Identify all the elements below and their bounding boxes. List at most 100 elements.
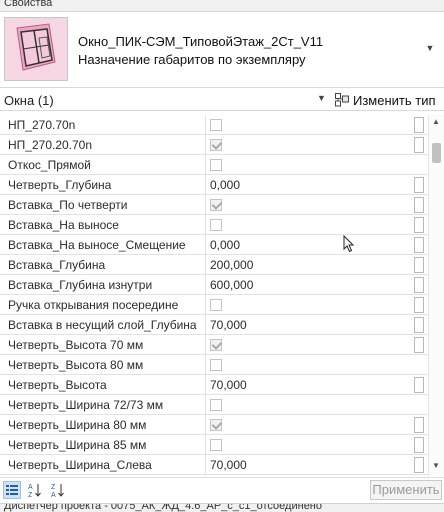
column-divider xyxy=(205,115,206,135)
associate-parameter-button[interactable] xyxy=(414,137,424,153)
associate-parameter-button[interactable] xyxy=(414,337,424,353)
sort-grouped-button[interactable] xyxy=(3,481,21,499)
property-row[interactable]: НП_270.70n xyxy=(0,115,428,135)
mouse-cursor-icon xyxy=(343,235,355,253)
property-name: Вставка в несущий слой_Глубина xyxy=(8,318,197,332)
property-name: Четверть_Ширина 72/73 мм xyxy=(8,398,164,412)
property-name: Вставка_По четверти xyxy=(8,198,128,212)
property-row[interactable]: Четверть_Глубина 0,000 xyxy=(0,175,428,195)
associate-parameter-button[interactable] xyxy=(414,377,424,393)
sort-descending-button[interactable]: Z A xyxy=(49,481,67,499)
property-name: Вставка_Глубина xyxy=(8,258,106,272)
property-checkbox[interactable] xyxy=(210,439,222,451)
property-value[interactable]: 0,000 xyxy=(210,238,240,252)
property-row[interactable]: НП_270.20.70n xyxy=(0,135,428,155)
associate-parameter-button[interactable] xyxy=(414,217,424,233)
property-row[interactable]: Четверть_Высота 70,000 xyxy=(0,375,428,395)
svg-text:Z: Z xyxy=(28,492,33,498)
property-name: Четверть_Глубина xyxy=(8,178,112,192)
property-checkbox[interactable] xyxy=(210,219,222,231)
window-family-thumbnail xyxy=(4,17,68,81)
column-divider xyxy=(205,155,206,175)
column-divider xyxy=(205,215,206,235)
status-bar: Диспетчер проекта - 0075_АК_ЖД_4.6_АР_с_… xyxy=(0,503,444,512)
property-name: Четверть_Ширина 80 мм xyxy=(8,418,147,432)
property-row[interactable]: Ручка открывания посередине xyxy=(0,295,428,315)
column-divider xyxy=(205,355,206,375)
column-divider xyxy=(205,275,206,295)
associate-parameter-button[interactable] xyxy=(414,177,424,193)
property-row[interactable]: Четверть_Ширина 80 мм xyxy=(0,415,428,435)
property-row[interactable]: Вставка в несущий слой_Глубина 70,000 xyxy=(0,315,428,335)
associate-parameter-button[interactable] xyxy=(414,297,424,313)
edit-type-button[interactable]: Изменить тип xyxy=(335,91,436,109)
column-divider xyxy=(205,235,206,255)
sort-ascending-icon: A Z xyxy=(28,484,41,498)
property-value[interactable]: 200,000 xyxy=(210,258,253,272)
property-name: НП_270.70n xyxy=(8,118,76,132)
column-divider xyxy=(205,395,206,415)
property-checkbox[interactable] xyxy=(210,299,222,311)
associate-parameter-button[interactable] xyxy=(414,417,424,433)
chevron-down-icon[interactable]: ▼ xyxy=(424,42,436,54)
property-checkbox[interactable] xyxy=(210,339,222,351)
column-divider xyxy=(205,375,206,395)
type-selector[interactable]: Окно_ПИК-СЭМ_ТиповойЭтаж_2Ст_V11 Назначе… xyxy=(0,12,444,88)
property-name: Четверть_Высота 80 мм xyxy=(8,358,144,372)
property-row[interactable]: Вставка_На выносе_Смещение 0,000 xyxy=(0,235,428,255)
property-value[interactable]: 70,000 xyxy=(210,458,247,472)
associate-parameter-button[interactable] xyxy=(414,437,424,453)
associate-parameter-button[interactable] xyxy=(414,317,424,333)
sort-grouped-icon xyxy=(6,485,18,495)
category-filter[interactable]: Окна (1) xyxy=(4,93,54,108)
property-row[interactable]: Откос_Прямой xyxy=(0,155,428,175)
associate-parameter-button[interactable] xyxy=(414,457,424,473)
associate-parameter-button[interactable] xyxy=(414,257,424,273)
property-checkbox[interactable] xyxy=(210,139,222,151)
property-name: Четверть_Ширина_Слева xyxy=(8,458,152,472)
property-checkbox[interactable] xyxy=(210,119,222,131)
properties-footer: A Z Z A Применить xyxy=(0,477,444,503)
associate-parameter-button[interactable] xyxy=(414,237,424,253)
property-value[interactable]: 600,000 xyxy=(210,278,253,292)
property-checkbox[interactable] xyxy=(210,399,222,411)
property-name: НП_270.20.70n xyxy=(8,138,93,152)
sort-ascending-button[interactable]: A Z xyxy=(26,481,44,499)
property-checkbox[interactable] xyxy=(210,199,222,211)
property-row[interactable]: Вставка_Глубина 200,000 xyxy=(0,255,428,275)
svg-text:Z: Z xyxy=(51,484,56,491)
status-text: Диспетчер проекта - 0075_АК_ЖД_4.6_АР_с_… xyxy=(4,503,323,512)
apply-button[interactable]: Применить xyxy=(370,480,442,500)
property-row[interactable]: Четверть_Высота 80 мм xyxy=(0,355,428,375)
property-checkbox[interactable] xyxy=(210,419,222,431)
scrollbar-thumb[interactable] xyxy=(432,143,441,163)
column-divider xyxy=(205,455,206,475)
column-divider xyxy=(205,295,206,315)
scroll-down-icon[interactable]: ▼ xyxy=(432,461,440,470)
property-row[interactable]: Вставка_На выносе xyxy=(0,215,428,235)
vertical-scrollbar[interactable]: ▲ ▼ xyxy=(428,115,444,476)
property-checkbox[interactable] xyxy=(210,359,222,371)
property-value[interactable]: 0,000 xyxy=(210,178,240,192)
property-name: Вставка_На выносе_Смещение xyxy=(8,238,186,252)
associate-parameter-button[interactable] xyxy=(414,277,424,293)
property-checkbox[interactable] xyxy=(210,159,222,171)
property-value[interactable]: 70,000 xyxy=(210,378,247,392)
window-titlebar: Свойства xyxy=(0,0,444,12)
chevron-down-icon[interactable]: ▼ xyxy=(317,93,326,103)
property-row[interactable]: Четверть_Ширина 72/73 мм xyxy=(0,395,428,415)
property-row[interactable]: Вставка_Глубина изнутри 600,000 xyxy=(0,275,428,295)
property-row[interactable]: Вставка_По четверти xyxy=(0,195,428,215)
property-row[interactable]: Четверть_Высота 70 мм xyxy=(0,335,428,355)
column-divider xyxy=(205,315,206,335)
property-name: Вставка_На выносе xyxy=(8,218,119,232)
scroll-up-icon[interactable]: ▲ xyxy=(432,117,440,126)
column-divider xyxy=(205,135,206,155)
property-row[interactable]: Четверть_Ширина 85 мм xyxy=(0,435,428,455)
property-name: Четверть_Ширина 85 мм xyxy=(8,438,147,452)
associate-parameter-button[interactable] xyxy=(414,117,424,133)
associate-parameter-button[interactable] xyxy=(414,197,424,213)
property-value[interactable]: 70,000 xyxy=(210,318,247,332)
property-name: Откос_Прямой xyxy=(8,158,91,172)
property-row[interactable]: Четверть_Ширина_Слева 70,000 xyxy=(0,455,428,475)
